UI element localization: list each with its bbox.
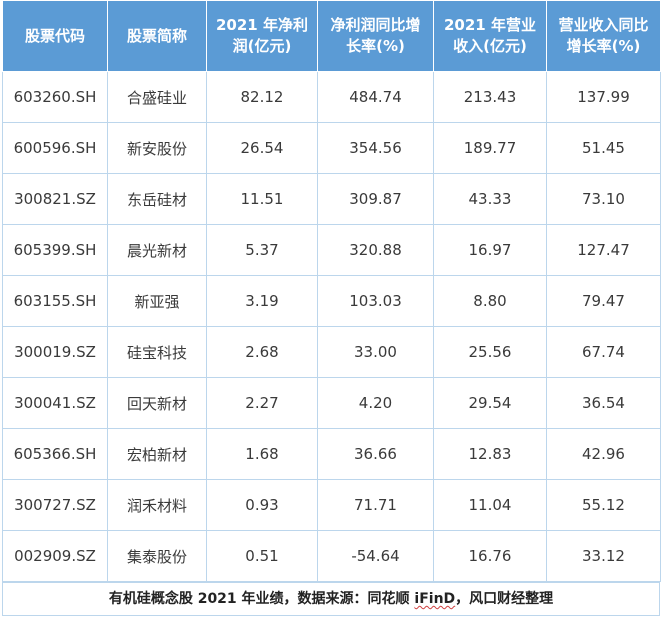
- cell-net-profit: 5.37: [206, 224, 318, 276]
- cell-stock-name: 硅宝科技: [107, 326, 207, 378]
- cell-revenue-growth: 137.99: [546, 71, 661, 123]
- table-row: 605366.SH 宏柏新材 1.68 36.66 12.83 42.96: [2, 428, 661, 480]
- cell-net-profit-growth: 33.00: [317, 326, 434, 378]
- caption-source-name: iFinD: [414, 591, 456, 607]
- cell-net-profit: 11.51: [206, 173, 318, 225]
- cell-revenue-growth: 67.74: [546, 326, 661, 378]
- cell-revenue-growth: 73.10: [546, 173, 661, 225]
- caption-text: 有机硅概念股 2021 年业绩，数据来源：同花顺: [108, 591, 415, 607]
- cell-net-profit: 82.12: [206, 71, 318, 123]
- table-row: 605399.SH 晨光新材 5.37 320.88 16.97 127.47: [2, 224, 661, 276]
- cell-stock-code: 603155.SH: [2, 275, 108, 327]
- cell-revenue: 43.33: [433, 173, 547, 225]
- cell-net-profit-growth: -54.64: [317, 530, 434, 582]
- cell-revenue: 189.77: [433, 122, 547, 174]
- cell-stock-code: 605366.SH: [2, 428, 108, 480]
- cell-net-profit: 26.54: [206, 122, 318, 174]
- cell-revenue-growth: 55.12: [546, 479, 661, 531]
- cell-revenue-growth: 79.47: [546, 275, 661, 327]
- cell-net-profit: 0.93: [206, 479, 318, 531]
- cell-stock-code: 605399.SH: [2, 224, 108, 276]
- table-row: 002909.SZ 集泰股份 0.51 -54.64 16.76 33.12: [2, 530, 661, 582]
- cell-stock-name: 润禾材料: [107, 479, 207, 531]
- table-row: 603260.SH 合盛硅业 82.12 484.74 213.43 137.99: [2, 71, 661, 123]
- cell-revenue-growth: 33.12: [546, 530, 661, 582]
- caption-text-end: ，风口财经整理: [455, 591, 554, 607]
- table-row: 603155.SH 新亚强 3.19 103.03 8.80 79.47: [2, 275, 661, 327]
- cell-stock-name: 新亚强: [107, 275, 207, 327]
- cell-net-profit-growth: 103.03: [317, 275, 434, 327]
- cell-revenue: 213.43: [433, 71, 547, 123]
- cell-net-profit: 1.68: [206, 428, 318, 480]
- stock-performance-table: 股票代码 股票简称 2021 年净利润(亿元) 净利润同比增长率(%) 2021…: [2, 0, 661, 582]
- table-row: 300821.SZ 东岳硅材 11.51 309.87 43.33 73.10: [2, 173, 661, 225]
- cell-revenue: 16.76: [433, 530, 547, 582]
- cell-net-profit-growth: 354.56: [317, 122, 434, 174]
- cell-revenue-growth: 36.54: [546, 377, 661, 429]
- cell-net-profit: 2.68: [206, 326, 318, 378]
- header-stock-name: 股票简称: [107, 0, 207, 72]
- cell-net-profit: 0.51: [206, 530, 318, 582]
- cell-stock-name: 合盛硅业: [107, 71, 207, 123]
- table-body: 603260.SH 合盛硅业 82.12 484.74 213.43 137.99 6005…: [2, 71, 661, 582]
- cell-revenue: 25.56: [433, 326, 547, 378]
- header-net-profit: 2021 年净利润(亿元): [206, 0, 318, 72]
- cell-stock-code: 300727.SZ: [2, 479, 108, 531]
- table-caption: 有机硅概念股 2021 年业绩，数据来源：同花顺 iFinD，风口财经整理: [2, 582, 660, 616]
- header-net-profit-growth: 净利润同比增长率(%): [317, 0, 434, 72]
- cell-stock-code: 300019.SZ: [2, 326, 108, 378]
- table-row: 300019.SZ 硅宝科技 2.68 33.00 25.56 67.74: [2, 326, 661, 378]
- cell-stock-code: 002909.SZ: [2, 530, 108, 582]
- cell-stock-name: 晨光新材: [107, 224, 207, 276]
- cell-revenue: 29.54: [433, 377, 547, 429]
- cell-revenue-growth: 51.45: [546, 122, 661, 174]
- cell-net-profit-growth: 36.66: [317, 428, 434, 480]
- cell-net-profit: 3.19: [206, 275, 318, 327]
- cell-net-profit-growth: 484.74: [317, 71, 434, 123]
- cell-revenue: 11.04: [433, 479, 547, 531]
- cell-stock-name: 东岳硅材: [107, 173, 207, 225]
- cell-revenue: 16.97: [433, 224, 547, 276]
- header-stock-code: 股票代码: [2, 0, 108, 72]
- cell-revenue-growth: 42.96: [546, 428, 661, 480]
- cell-net-profit-growth: 309.87: [317, 173, 434, 225]
- header-revenue: 2021 年营业收入(亿元): [433, 0, 547, 72]
- cell-revenue: 8.80: [433, 275, 547, 327]
- cell-stock-code: 600596.SH: [2, 122, 108, 174]
- cell-revenue: 12.83: [433, 428, 547, 480]
- table-row: 300041.SZ 回天新材 2.27 4.20 29.54 36.54: [2, 377, 661, 429]
- cell-stock-code: 300041.SZ: [2, 377, 108, 429]
- header-row: 股票代码 股票简称 2021 年净利润(亿元) 净利润同比增长率(%) 2021…: [2, 0, 661, 72]
- header-revenue-growth: 营业收入同比增长率(%): [546, 0, 661, 72]
- cell-net-profit-growth: 320.88: [317, 224, 434, 276]
- table-figure: 股票代码 股票简称 2021 年净利润(亿元) 净利润同比增长率(%) 2021…: [0, 0, 662, 618]
- cell-stock-name: 回天新材: [107, 377, 207, 429]
- cell-net-profit-growth: 4.20: [317, 377, 434, 429]
- cell-stock-code: 603260.SH: [2, 71, 108, 123]
- table-row: 300727.SZ 润禾材料 0.93 71.71 11.04 55.12: [2, 479, 661, 531]
- cell-stock-name: 宏柏新材: [107, 428, 207, 480]
- cell-stock-code: 300821.SZ: [2, 173, 108, 225]
- table-row: 600596.SH 新安股份 26.54 354.56 189.77 51.45: [2, 122, 661, 174]
- cell-net-profit: 2.27: [206, 377, 318, 429]
- cell-stock-name: 集泰股份: [107, 530, 207, 582]
- cell-revenue-growth: 127.47: [546, 224, 661, 276]
- cell-stock-name: 新安股份: [107, 122, 207, 174]
- cell-net-profit-growth: 71.71: [317, 479, 434, 531]
